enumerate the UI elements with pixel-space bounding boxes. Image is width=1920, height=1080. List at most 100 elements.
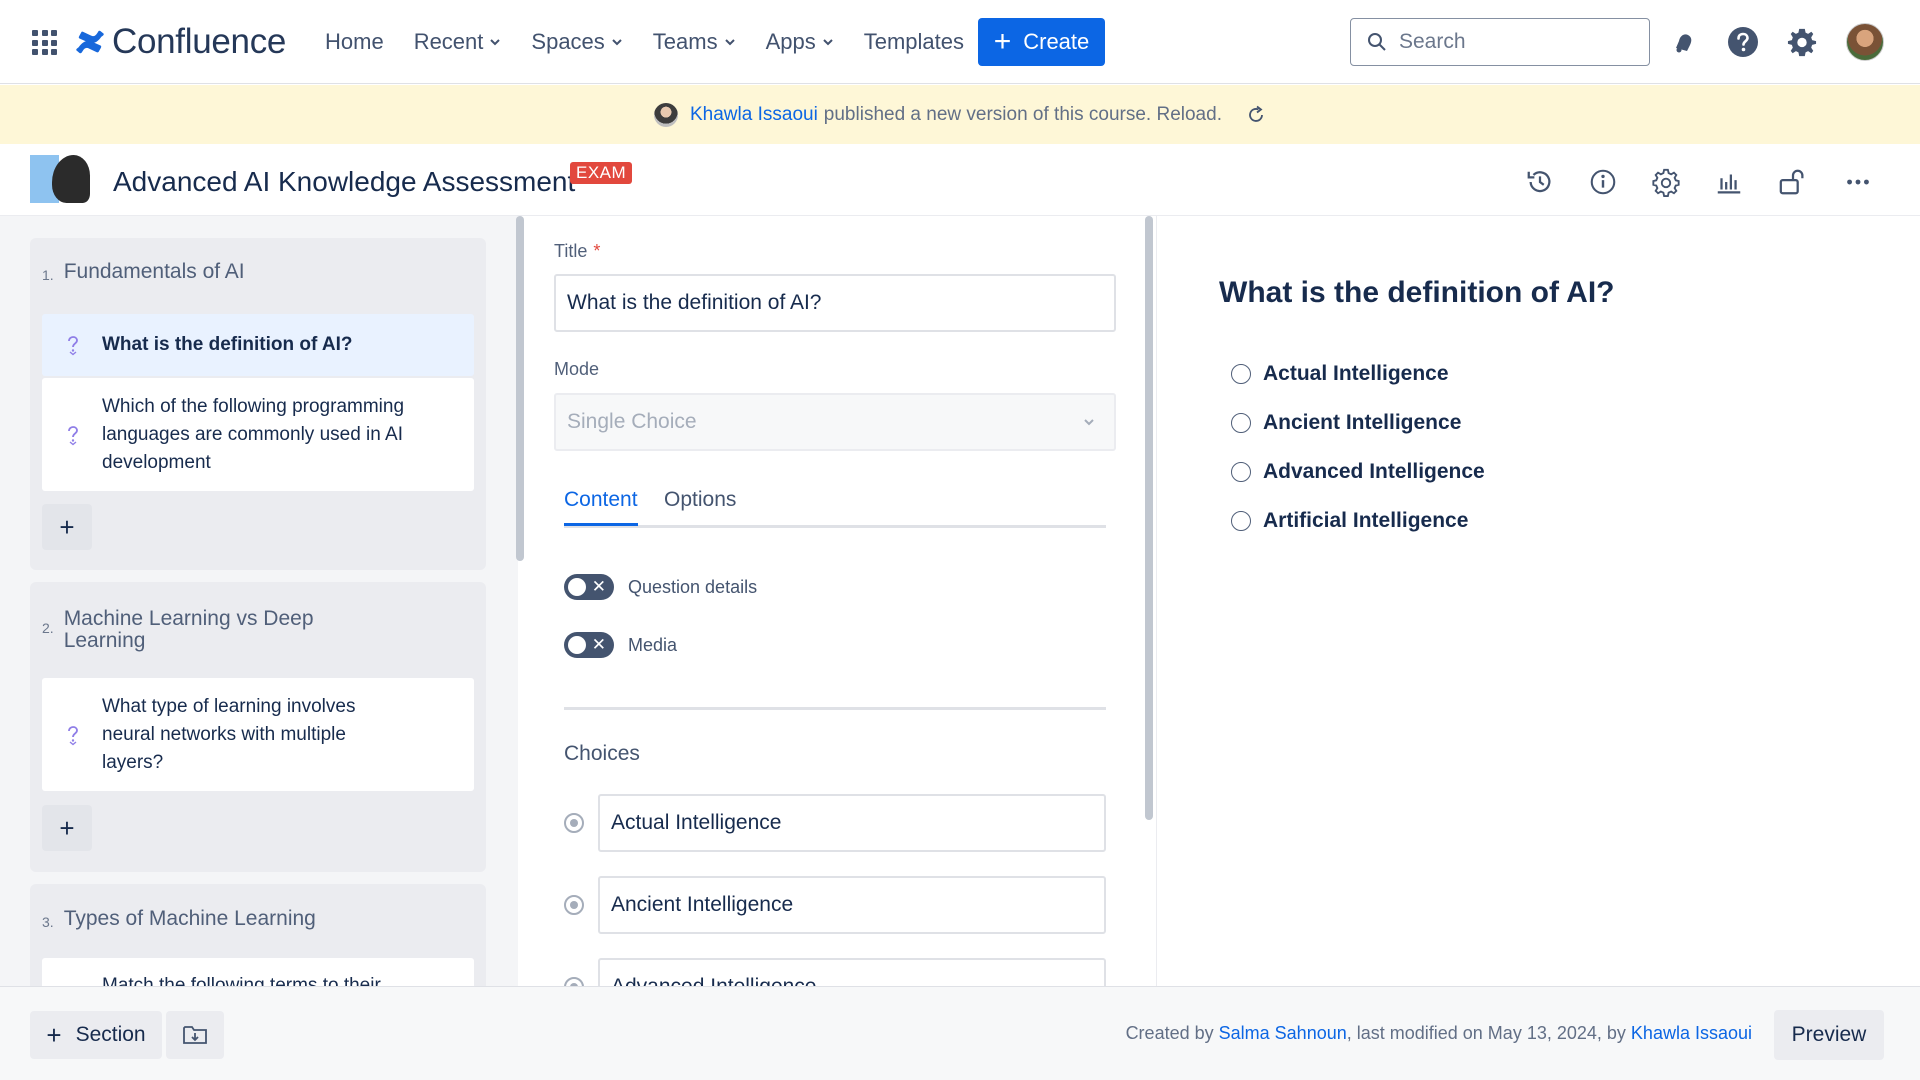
section-title: Types of Machine Learning: [63, 907, 316, 930]
required-marker: *: [593, 241, 601, 261]
choices-heading: Choices: [564, 742, 640, 765]
radio-button[interactable]: [1231, 511, 1251, 531]
app-switcher-icon[interactable]: [32, 30, 57, 55]
section-header[interactable]: 1. Fundamentals of AI: [42, 260, 245, 284]
editor-scrollbar[interactable]: [1145, 216, 1153, 820]
more-icon[interactable]: [1842, 166, 1874, 198]
exam-badge: EXAM: [570, 162, 633, 184]
radio-button[interactable]: [1231, 364, 1251, 384]
sidebar-scrollbar[interactable]: [516, 216, 524, 561]
preview-option[interactable]: Actual Intelligence: [1231, 362, 1449, 386]
tab-content[interactable]: Content: [564, 488, 638, 526]
section-card: 2. Machine Learning vs Deep Learning Wha…: [30, 582, 486, 872]
history-icon[interactable]: [1524, 166, 1556, 198]
preview-option[interactable]: Artificial Intelligence: [1231, 509, 1468, 533]
section-number: 1.: [42, 267, 54, 283]
choice-row: Advanced Intelligence: [564, 958, 1106, 986]
choice-input[interactable]: Ancient Intelligence: [598, 876, 1106, 934]
page-header: Advanced AI Knowledge Assessment EXAM: [0, 144, 1920, 216]
nav-spaces[interactable]: Spaces: [531, 29, 622, 55]
notifications-icon[interactable]: [1666, 24, 1702, 60]
nav-teams[interactable]: Teams: [653, 29, 736, 55]
preview-question: What is the definition of AI?: [1219, 276, 1615, 309]
question-item-active[interactable]: What is the definition of AI?: [42, 314, 474, 376]
section-number: 3.: [42, 914, 54, 930]
nav-recent-label: Recent: [413, 29, 484, 54]
media-toggle[interactable]: ✕: [564, 632, 614, 658]
section-header[interactable]: 2. Machine Learning vs Deep Learning: [42, 608, 324, 652]
preview-option[interactable]: Ancient Intelligence: [1231, 411, 1461, 435]
mode-label: Mode: [554, 359, 600, 379]
question-item[interactable]: What type of learning involves neural ne…: [42, 678, 474, 791]
help-icon[interactable]: [1725, 24, 1761, 60]
publisher-avatar: [654, 102, 678, 127]
preview-button[interactable]: Preview: [1774, 1010, 1884, 1060]
choice-row: Actual Intelligence: [564, 794, 1106, 852]
confluence-logo-icon: [76, 30, 104, 54]
question-details-toggle-row: ✕ Question details: [564, 574, 757, 600]
nav-apps[interactable]: Apps: [766, 29, 834, 55]
question-details-toggle[interactable]: ✕: [564, 574, 614, 600]
import-folder-button[interactable]: [166, 1011, 224, 1059]
question-item[interactable]: Match the following terms to their: [42, 958, 474, 986]
section-title: Machine Learning vs Deep Learning: [63, 607, 314, 652]
settings-gear-icon[interactable]: [1784, 24, 1820, 60]
editor-tabs: Content Options: [564, 488, 1106, 528]
analytics-icon[interactable]: [1713, 166, 1745, 198]
question-text: Which of the following programming langu…: [102, 395, 405, 473]
title-value: What is the definition of AI?: [567, 291, 822, 314]
question-icon: [68, 336, 78, 356]
folder-import-icon: [183, 1026, 207, 1044]
reload-icon[interactable]: [1246, 105, 1266, 125]
chevron-down-icon: [724, 39, 735, 46]
nav-home[interactable]: Home: [325, 29, 384, 55]
confluence-logo[interactable]: Confluence: [76, 20, 286, 64]
question-icon: [68, 725, 78, 745]
user-avatar[interactable]: [1846, 23, 1884, 61]
choice-input[interactable]: Advanced Intelligence: [598, 958, 1106, 986]
creator-link[interactable]: Salma Sahnoun: [1219, 1023, 1347, 1043]
preview-option[interactable]: Advanced Intelligence: [1231, 460, 1485, 484]
correct-choice-radio[interactable]: [564, 977, 584, 986]
add-question-button[interactable]: +: [42, 805, 92, 851]
mode-select: Single Choice: [554, 393, 1116, 451]
question-icon: [68, 425, 78, 445]
nav-recent[interactable]: Recent: [414, 29, 502, 55]
create-button-label: Create: [1023, 29, 1090, 54]
choice-text: Actual Intelligence: [611, 811, 782, 834]
section-number: 2.: [42, 620, 54, 636]
nav-apps-label: Apps: [765, 29, 816, 54]
divider: [564, 707, 1106, 710]
search-input[interactable]: [1399, 30, 1639, 54]
modifier-link[interactable]: Khawla Issaoui: [1631, 1023, 1752, 1043]
mode-value: Single Choice: [567, 410, 697, 433]
create-button[interactable]: + Create: [978, 18, 1105, 66]
section-card: 3. Types of Machine Learning Match the f…: [30, 884, 486, 986]
title-field[interactable]: What is the definition of AI?: [554, 274, 1116, 332]
publisher-link[interactable]: Khawla Issaoui: [690, 104, 818, 126]
nav-templates[interactable]: Templates: [864, 29, 964, 55]
add-question-button[interactable]: +: [42, 504, 92, 550]
radio-button[interactable]: [1231, 413, 1251, 433]
section-header[interactable]: 3. Types of Machine Learning: [42, 907, 316, 931]
correct-choice-radio[interactable]: [564, 895, 584, 915]
chevron-down-icon: [490, 39, 501, 46]
correct-choice-radio[interactable]: [564, 813, 584, 833]
info-icon[interactable]: [1587, 166, 1619, 198]
choice-row: Ancient Intelligence: [564, 876, 1106, 934]
question-item[interactable]: Which of the following programming langu…: [42, 378, 474, 491]
chevron-down-icon: [612, 39, 622, 46]
tab-options[interactable]: Options: [664, 488, 736, 512]
choice-input[interactable]: Actual Intelligence: [598, 794, 1106, 852]
toggle-label: Question details: [628, 576, 758, 597]
search-box[interactable]: [1350, 18, 1650, 66]
option-label: Advanced Intelligence: [1263, 460, 1485, 483]
radio-button[interactable]: [1231, 462, 1251, 482]
section-title: Fundamentals of AI: [63, 260, 245, 283]
course-outline-sidebar: 1. Fundamentals of AI What is the defini…: [0, 216, 518, 986]
settings-icon[interactable]: [1650, 166, 1682, 198]
nav-templates-label: Templates: [863, 29, 965, 54]
unlock-icon[interactable]: [1777, 166, 1809, 198]
add-section-button[interactable]: + Section: [30, 1011, 162, 1059]
choice-text: Ancient Intelligence: [611, 893, 794, 916]
